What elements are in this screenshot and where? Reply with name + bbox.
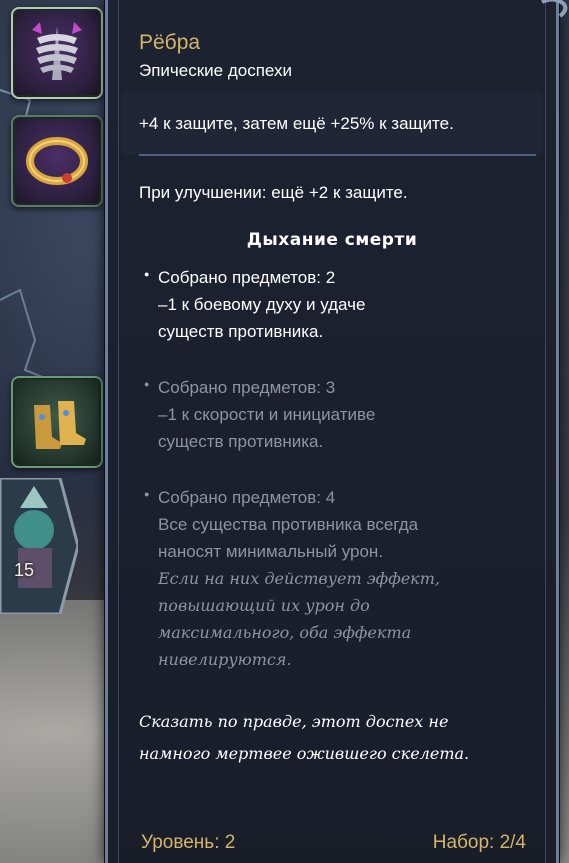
set-bonus-note: повышающий их урон до	[158, 596, 370, 615]
item-upgrade-effect: При улучшении: ещё +2 к защите.	[139, 183, 408, 202]
inventory-slot-boots[interactable]	[11, 376, 103, 468]
hero-level: 15	[14, 560, 35, 580]
golden-ring-icon	[26, 137, 88, 185]
flavor-line: Сказать по правде, этот доспех не	[139, 712, 449, 731]
item-main-effect: +4 к защите, затем ещё +25% к защите.	[139, 114, 454, 133]
set-bonus-4: ● Собрано предметов: 4 Все существа проти…	[144, 484, 524, 673]
inventory-slot-ring[interactable]	[11, 115, 103, 207]
set-bonus-note: нивелируются.	[158, 650, 292, 669]
set-name: Дыхание смерти	[246, 230, 418, 250]
set-bonus-line: наносят минимальный урон.	[158, 542, 384, 561]
item-rarity: Эпические доспехи	[139, 61, 292, 80]
set-bonus-line: Все существа противника всегда	[158, 515, 419, 534]
set-bonus-header: Собрано предметов: 4	[158, 488, 336, 507]
set-bonus-line: –1 к скорости и инициативе	[158, 405, 376, 424]
ribs-armor-icon	[32, 22, 82, 80]
set-bonus-note: максимального, оба эффекта	[158, 623, 412, 642]
tooltip-corner-ornament-icon	[541, 0, 568, 18]
golden-boots-icon	[34, 401, 86, 449]
bullet-icon: ●	[144, 379, 150, 389]
bullet-icon: ●	[144, 269, 150, 279]
divider	[139, 154, 536, 156]
inventory-slot-ribs[interactable]	[11, 7, 103, 99]
flavor-text: Сказать по правде, этот доспех не намног…	[139, 706, 539, 770]
flavor-line: намного мертвее ожившего скелета.	[139, 744, 470, 763]
bullet-icon: ●	[144, 489, 150, 499]
set-bonus-note: Если на них действует эффект,	[158, 569, 440, 588]
set-bonus-header: Собрано предметов: 3	[158, 378, 336, 397]
set-count: Набор: 2/4	[432, 832, 526, 853]
item-tooltip: Рёбра Эпические доспехи +4 к защите, зат…	[105, 0, 568, 863]
set-bonus-line: существ противника.	[158, 432, 324, 451]
set-bonus-line: –1 к боевому духу и удаче	[158, 295, 366, 314]
set-bonus-header: Собрано предметов: 2	[158, 268, 336, 287]
set-bonus-line: существ противника.	[158, 322, 324, 341]
item-level: Уровень: 2	[141, 832, 236, 853]
set-bonus-3: ● Собрано предметов: 3 –1 к скорости и ин…	[144, 374, 524, 455]
item-name: Рёбра	[139, 31, 201, 54]
hero-portrait[interactable]	[0, 478, 78, 614]
set-bonus-2: ● Собрано предметов: 2 –1 к боевому духу …	[144, 264, 524, 345]
